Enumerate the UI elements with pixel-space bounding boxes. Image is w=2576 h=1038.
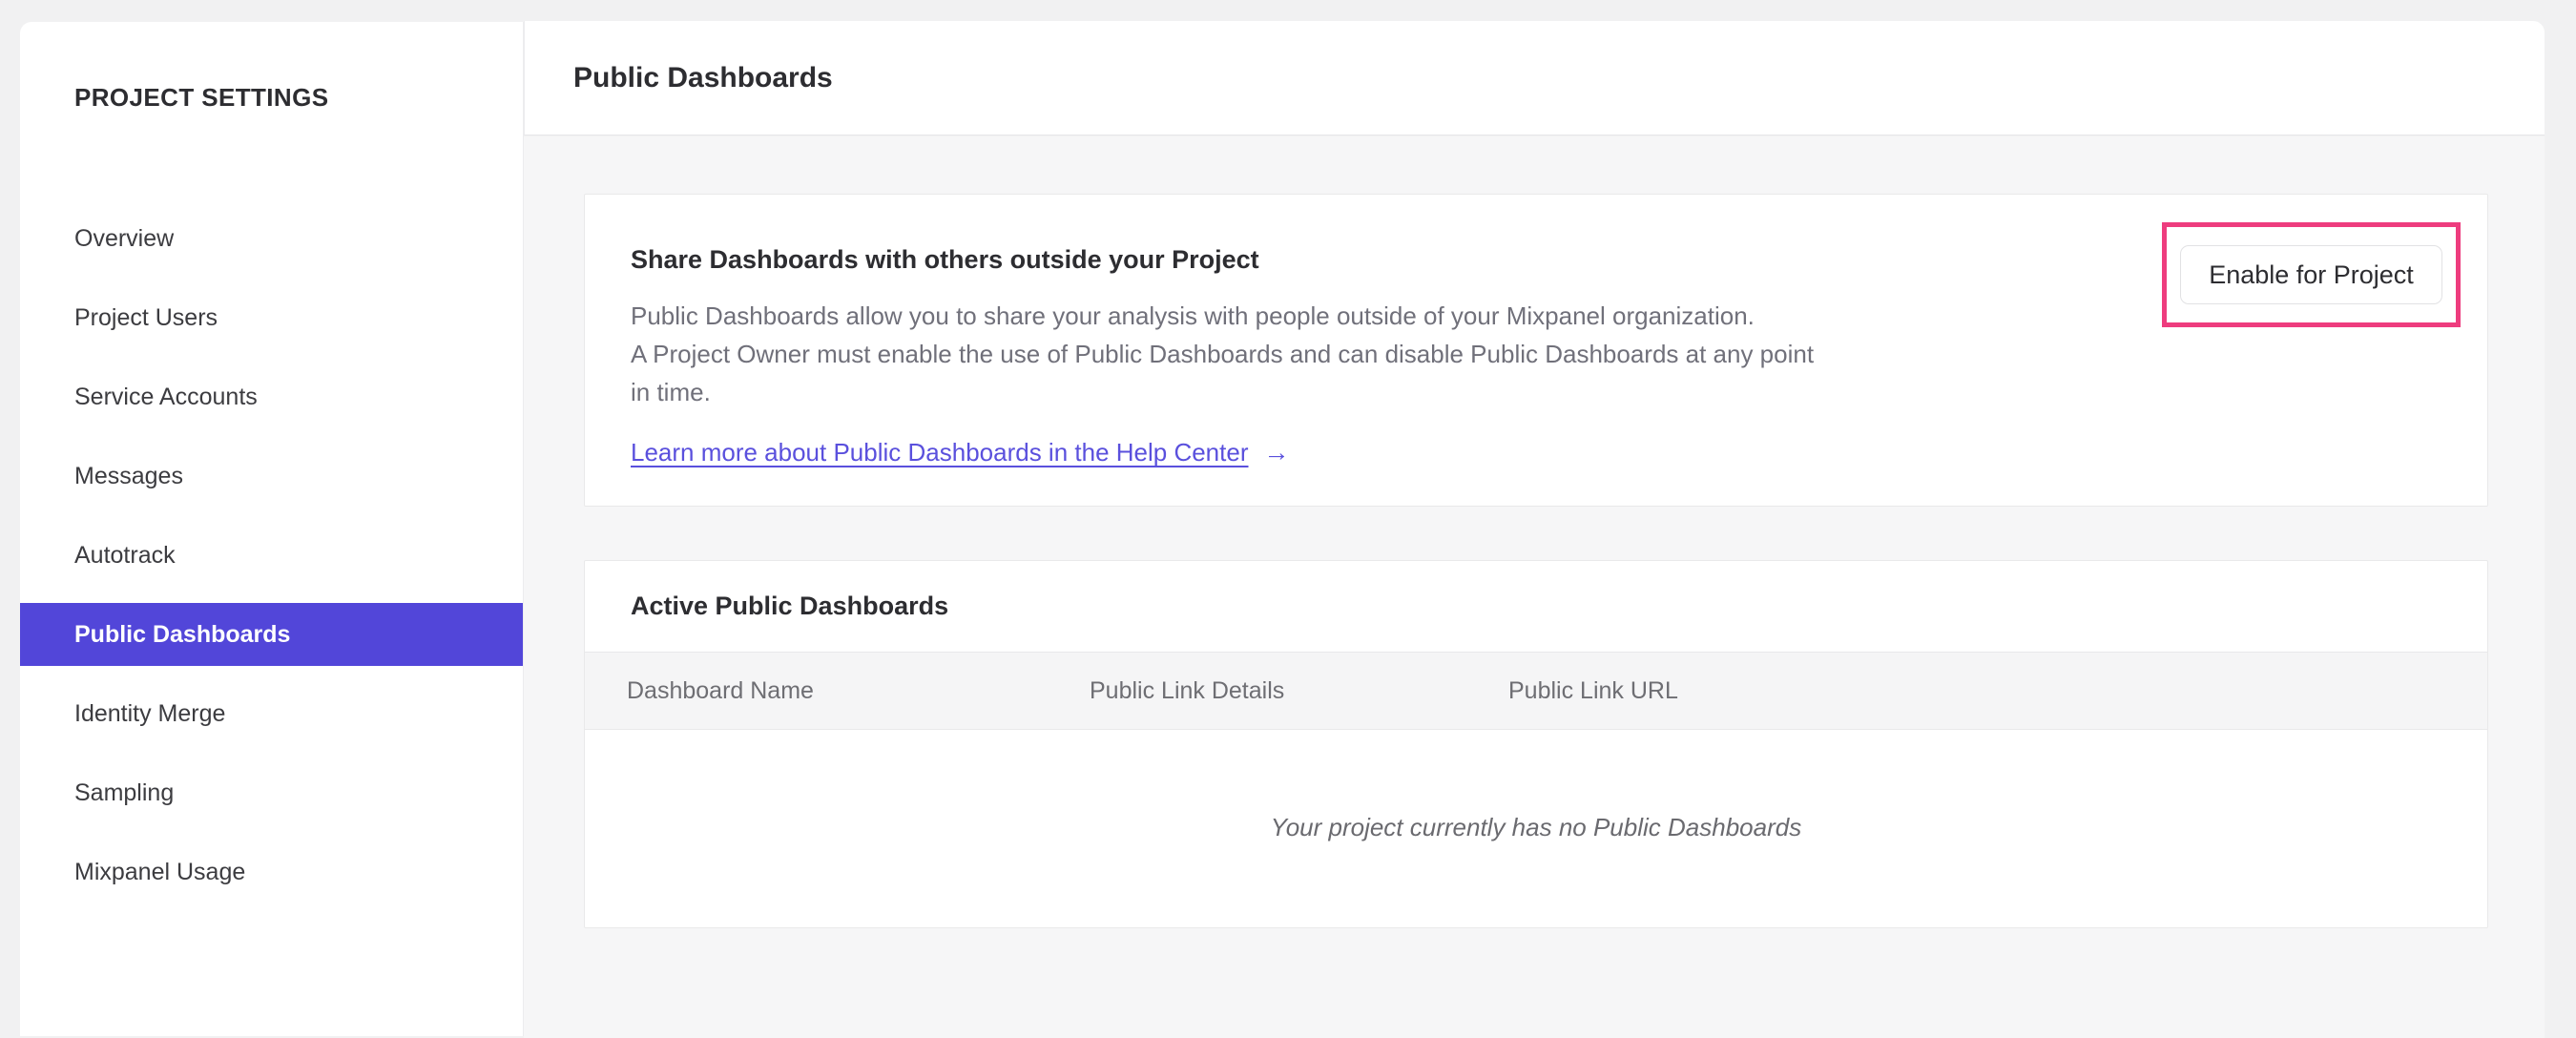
column-public-link-url: Public Link URL: [1508, 676, 1678, 704]
page-title: Public Dashboards: [573, 61, 833, 93]
sidebar-item-service-accounts[interactable]: Service Accounts: [20, 365, 523, 428]
sidebar-nav: Overview Project Users Service Accounts …: [20, 207, 523, 920]
active-card-title: Active Public Dashboards: [631, 592, 949, 620]
active-card-title-row: Active Public Dashboards: [585, 561, 2487, 652]
description-line: A Project Owner must enable the use of P…: [631, 340, 1815, 368]
sidebar-item-identity-merge[interactable]: Identity Merge: [20, 682, 523, 745]
sidebar-item-mixpanel-usage[interactable]: Mixpanel Usage: [20, 841, 523, 903]
help-center-link-label: Learn more about Public Dashboards in th…: [631, 438, 1249, 467]
share-dashboards-card: Share Dashboards with others outside you…: [584, 194, 2488, 507]
project-settings-sidebar: PROJECT SETTINGS Overview Project Users …: [20, 22, 524, 1036]
page-header: Public Dashboards: [524, 21, 2545, 135]
description-line: in time.: [631, 378, 711, 406]
sidebar-item-overview[interactable]: Overview: [20, 207, 523, 270]
page-root: PROJECT SETTINGS Overview Project Users …: [0, 0, 2576, 1038]
sidebar-item-autotrack[interactable]: Autotrack: [20, 524, 523, 587]
sidebar-title: PROJECT SETTINGS: [74, 83, 329, 112]
main-content: Share Dashboards with others outside you…: [524, 136, 2545, 1038]
column-dashboard-name: Dashboard Name: [627, 676, 814, 704]
sidebar-item-messages[interactable]: Messages: [20, 445, 523, 508]
active-dashboards-card: Active Public Dashboards Dashboard Name …: [584, 560, 2488, 928]
arrow-right-icon: →: [1263, 438, 1290, 467]
table-empty-state: Your project currently has no Public Das…: [1270, 813, 1802, 841]
table-header-row: Dashboard Name Public Link Details Publi…: [585, 652, 2487, 730]
annotation-highlight-box: Enable for Project: [2162, 222, 2461, 327]
sidebar-item-sampling[interactable]: Sampling: [20, 761, 523, 824]
column-public-link-details: Public Link Details: [1090, 676, 1285, 704]
sidebar-item-public-dashboards[interactable]: Public Dashboards: [20, 603, 523, 666]
help-center-link[interactable]: Learn more about Public Dashboards in th…: [631, 438, 1290, 467]
sidebar-item-project-users[interactable]: Project Users: [20, 286, 523, 349]
enable-for-project-button[interactable]: Enable for Project: [2180, 245, 2442, 304]
